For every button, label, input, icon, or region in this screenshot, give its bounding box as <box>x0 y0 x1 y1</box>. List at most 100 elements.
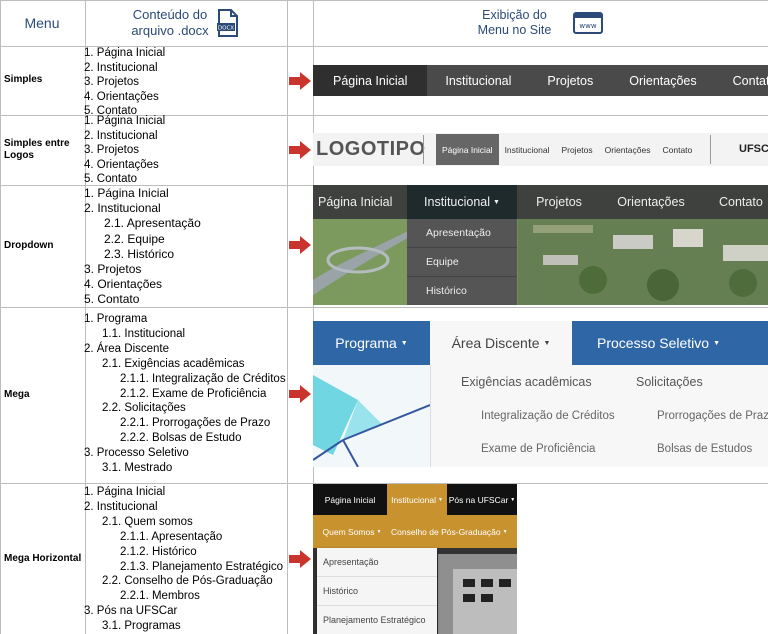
mega-h-top-item[interactable]: Página Inicial <box>313 484 387 515</box>
mega-col1-title[interactable]: Exigências acadêmicas <box>461 375 592 389</box>
mega-h-second-item[interactable]: Conselho de Pós-Graduação ▼ <box>391 515 517 548</box>
row-label-simples-logos: Simples entre Logos <box>0 115 84 184</box>
mega-tab-active[interactable]: Área Discente ▼ <box>430 321 572 365</box>
dropdown-subitem[interactable]: Equipe <box>407 248 517 277</box>
doc-item: 5. Contato <box>84 173 138 186</box>
mega-link[interactable]: Integralização de Créditos <box>481 410 615 422</box>
caret-down-icon: ▼ <box>543 339 551 347</box>
doc-item: 1. Página Inicial <box>84 486 166 498</box>
doc-item: 2.1. Exigências acadêmicas <box>102 357 245 370</box>
mega-link[interactable]: Prorrogações de Prazo <box>657 410 768 422</box>
logo-divider <box>710 135 711 164</box>
doc-item: 2.1.1. Integralização de Créditos <box>120 372 286 385</box>
mega-tab-label: Área Discente <box>451 335 540 351</box>
menu-logos: LOGOTIPO Página Inicial Institucional Pr… <box>313 133 768 166</box>
dropdown-item-label: Institucional <box>424 195 491 209</box>
mega-h-subitem[interactable]: Planejamento Estratégico <box>317 606 437 634</box>
row-label-line: Simples entre <box>4 137 70 149</box>
dropdown-subitem[interactable]: Apresentação <box>407 219 517 248</box>
menu-simple-item[interactable]: Orientações <box>611 65 714 96</box>
doc-item: 2.2. Conselho de Pós-Graduação <box>102 575 273 588</box>
dropdown-item[interactable]: Projetos <box>517 185 601 219</box>
dropdown-item-active[interactable]: Institucional ▼ <box>407 185 517 219</box>
right-arrow-icon <box>289 236 311 254</box>
mega-tab[interactable]: Processo Seletivo ▼ <box>572 321 768 365</box>
header-doc-line1: Conteúdo do <box>132 7 208 22</box>
dropdown-item[interactable]: Página Inicial <box>313 185 407 219</box>
dropdown-item[interactable]: Orientações <box>601 185 701 219</box>
right-arrow-icon <box>289 72 311 90</box>
dropdown-subitem[interactable]: Histórico <box>407 277 517 305</box>
mega-h-top-item-active[interactable]: Institucional ▼ <box>387 484 447 515</box>
menu-logos-item[interactable]: Projetos <box>555 134 598 165</box>
right-arrow-icon <box>289 141 311 159</box>
menu-simple-item[interactable]: Projetos <box>529 65 611 96</box>
mega-h-second: Quem Somos ▼ Conselho de Pós-Graduação ▼ <box>313 515 517 548</box>
doc-list-mega: 1. Programa 1.1. Institucional 2. Área D… <box>84 312 286 476</box>
mega-h-top-label: Institucional <box>391 494 436 505</box>
menu-simple-item[interactable]: Institucional <box>427 65 529 96</box>
mega-tab[interactable]: Programa ▼ <box>313 321 430 365</box>
mega-h-top-item[interactable]: Pós na UFSCar ▼ <box>447 484 517 515</box>
menu-simple-item[interactable]: Contato <box>715 65 768 96</box>
www-label: www <box>580 22 597 30</box>
mega-link[interactable]: Exame de Proficiência <box>481 443 595 455</box>
header-site-line1: Exibição do <box>482 8 547 22</box>
docx-label: DOCX <box>218 26 234 32</box>
doc-item: 2.2.2. Bolsas de Estudo <box>120 432 242 445</box>
caret-down-icon: ▼ <box>502 528 508 535</box>
mega-h-second-item[interactable]: Quem Somos ▼ <box>313 515 391 548</box>
menu-logos-item[interactable]: Institucional <box>499 134 556 165</box>
menu-logos-item[interactable]: Contato <box>656 134 698 165</box>
doc-item: 2.2.1. Prorrogações de Prazo <box>120 417 271 430</box>
decorative-network-graphic <box>313 365 430 467</box>
caret-down-icon: ▼ <box>437 496 443 503</box>
mega-h-top-label: Pós na UFSCar <box>448 494 509 505</box>
menu-logos-items: Página Inicial Institucional Projetos Or… <box>436 134 698 165</box>
mega-link[interactable]: Bolsas de Estudos <box>657 443 752 455</box>
doc-item: 2.1. Quem somos <box>102 515 193 528</box>
doc-item: 3. Processo Seletivo <box>84 447 189 460</box>
mega-h-submenu: Apresentação Histórico Planejamento Estr… <box>317 548 437 634</box>
menu-mega-horizontal: Página Inicial Institucional ▼ Pós na UFS… <box>313 484 517 634</box>
mega-h-second-label: Quem Somos <box>322 526 375 537</box>
menu-logos-item[interactable]: Página Inicial <box>436 134 499 165</box>
doc-item: 1. Página Inicial <box>84 47 166 59</box>
header-menu: Menu <box>24 15 60 31</box>
header-doc-line2: arquivo .docx <box>131 23 209 38</box>
dropdown-submenu: Apresentação Equipe Histórico <box>407 219 517 305</box>
doc-item: 1.1. Institucional <box>102 327 186 340</box>
caret-down-icon: ▼ <box>376 528 382 535</box>
doc-item: 2. Institucional <box>84 201 161 216</box>
doc-item: 2.1. Apresentação <box>104 216 201 231</box>
doc-item: 2.1.2. Histórico <box>120 545 197 558</box>
browser-window-icon: www <box>573 12 604 34</box>
row-label-dropdown: Dropdown <box>4 239 54 251</box>
doc-item: 3. Projetos <box>84 262 142 277</box>
mega-col2-title[interactable]: Solicitações <box>636 375 703 389</box>
ufscar-logo: UFSCar <box>739 143 768 155</box>
doc-list-simples: 1. Página Inicial 2. Institucional 3. Pr… <box>84 46 286 119</box>
header-site-line2: Menu no Site <box>477 23 552 37</box>
doc-item: 5. Contato <box>84 292 140 307</box>
caret-down-icon: ▼ <box>510 496 516 503</box>
row-label-simples: Simples <box>4 74 43 85</box>
mega-tab-label: Processo Seletivo <box>597 335 710 351</box>
logo-text: LOGOTIPO <box>316 138 426 160</box>
doc-item: 2.1.1. Apresentação <box>120 530 223 543</box>
doc-item: 2.1.2. Exame de Proficiência <box>120 387 267 400</box>
doc-list-dropdown: 1. Página Inicial 2. Institucional 2.1. … <box>84 186 286 308</box>
row-label-mega: Mega <box>4 388 30 400</box>
menu-simple-item[interactable]: Página Inicial <box>313 65 428 96</box>
mega-h-subitem[interactable]: Apresentação <box>317 548 437 577</box>
column-divider <box>287 1 288 634</box>
dropdown-item[interactable]: Contato <box>701 185 768 219</box>
doc-item: 1. Página Inicial <box>84 186 169 200</box>
doc-list-mega-horizontal: 1. Página Inicial 2. Institucional 2.1. … <box>84 485 286 634</box>
doc-list-simples-logos: 1. Página Inicial 2. Institucional 3. Pr… <box>84 114 286 187</box>
doc-item: 3. Projetos <box>84 76 139 89</box>
caret-down-icon: ▼ <box>400 339 408 347</box>
menu-logos-item[interactable]: Orientações <box>599 134 657 165</box>
mega-divider <box>430 365 431 467</box>
mega-h-subitem[interactable]: Histórico <box>317 577 437 606</box>
